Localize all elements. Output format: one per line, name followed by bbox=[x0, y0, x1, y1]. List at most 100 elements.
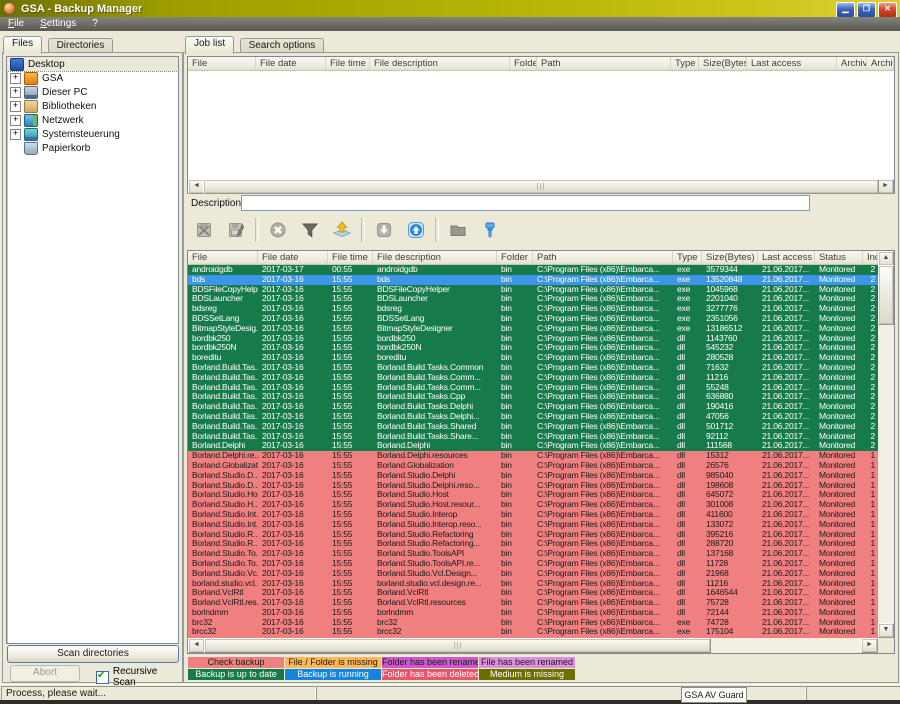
column-header-folder[interactable]: Folder bbox=[497, 251, 533, 265]
column-header-status[interactable]: Status bbox=[815, 251, 863, 265]
pin-button[interactable] bbox=[474, 215, 506, 245]
title-bar[interactable]: GSA - Backup Manager ▁ ❐ ✕ bbox=[0, 0, 900, 17]
table-row[interactable]: borland.studio.vcl...2017-03-1615:55borl… bbox=[188, 579, 878, 589]
column-header-inc[interactable]: Inc bbox=[863, 251, 878, 265]
scrollbar-thumb[interactable] bbox=[878, 265, 894, 325]
column-header-file-description[interactable]: File description bbox=[373, 251, 497, 265]
tree-item-systemsteuerung[interactable]: + Systemsteuerung bbox=[7, 127, 178, 141]
table-row[interactable]: Borland.Build.Tas...2017-03-1615:55Borla… bbox=[188, 363, 878, 373]
table-row[interactable]: androidgdb2017-03-1700:55androidgdbbinC:… bbox=[188, 265, 878, 275]
column-header-type[interactable]: Type bbox=[671, 57, 699, 71]
restore-backup-button[interactable] bbox=[326, 215, 358, 245]
table-row[interactable]: BDSFileCopyHelper2017-03-1615:55BDSFileC… bbox=[188, 285, 878, 295]
table-row[interactable]: Borland.Studio.To...2017-03-1615:55Borla… bbox=[188, 549, 878, 559]
table-row[interactable]: Borland.Globalizat...2017-03-1615:55Borl… bbox=[188, 461, 878, 471]
scroll-right-icon[interactable]: ► bbox=[861, 638, 878, 653]
table-row[interactable]: Borland.Delphi2017-03-1615:55Borland.Del… bbox=[188, 441, 878, 451]
table-row[interactable]: Borland.Build.Tas...2017-03-1615:55Borla… bbox=[188, 422, 878, 432]
expand-icon[interactable]: + bbox=[10, 115, 21, 126]
column-header-type[interactable]: Type bbox=[673, 251, 702, 265]
table-row[interactable]: Borland.VclRtl2017-03-1615:55Borland.Vcl… bbox=[188, 588, 878, 598]
abort-button[interactable]: Abort bbox=[10, 665, 80, 682]
expand-icon[interactable]: + bbox=[10, 129, 21, 140]
edit-backup-button[interactable] bbox=[220, 215, 252, 245]
tree-item-netzwerk[interactable]: + Netzwerk bbox=[7, 113, 178, 127]
table-row[interactable]: Borland.Build.Tas...2017-03-1615:55Borla… bbox=[188, 392, 878, 402]
checkbox-box[interactable] bbox=[96, 671, 109, 684]
table-row[interactable]: BDSLauncher2017-03-1615:55BDSLauncherbin… bbox=[188, 294, 878, 304]
download-button[interactable] bbox=[368, 215, 400, 245]
cancel-button[interactable] bbox=[262, 215, 294, 245]
column-header-size-bytes-[interactable]: Size(Bytes) bbox=[702, 251, 758, 265]
table-row[interactable]: Borland.Build.Tas...2017-03-1615:55Borla… bbox=[188, 412, 878, 422]
scrollbar-thumb[interactable] bbox=[203, 179, 879, 194]
table-row[interactable]: bordbk2502017-03-1615:55bordbk250binC:\P… bbox=[188, 334, 878, 344]
av-guard-tray-label[interactable]: GSA AV Guard bbox=[681, 687, 747, 703]
table-row[interactable]: BDSSetLang2017-03-1615:55BDSSetLangbinC:… bbox=[188, 314, 878, 324]
horizontal-scrollbar[interactable]: ◄ ► bbox=[188, 179, 894, 193]
column-header-file-date[interactable]: File date bbox=[258, 251, 328, 265]
column-header-path[interactable]: Path bbox=[533, 251, 673, 265]
tree-item-desktop[interactable]: Desktop bbox=[7, 57, 178, 71]
directory-tree[interactable]: Desktop + GSA + Dieser PC + Bibliotheken… bbox=[6, 56, 179, 644]
table-row[interactable]: Borland.Studio.D...2017-03-1615:55Borlan… bbox=[188, 481, 878, 491]
table-row[interactable]: brcc322017-03-1615:55brcc32binC:\Program… bbox=[188, 627, 878, 637]
tab-job-list[interactable]: Job list bbox=[185, 36, 234, 54]
scroll-down-icon[interactable]: ▼ bbox=[878, 623, 894, 638]
file-table-body[interactable]: androidgdb2017-03-1700:55androidgdbbinC:… bbox=[188, 265, 878, 638]
column-header-folder[interactable]: Folder bbox=[510, 57, 537, 71]
table-row[interactable]: Borland.Studio.Host2017-03-1615:55Borlan… bbox=[188, 490, 878, 500]
scroll-right-icon[interactable]: ► bbox=[877, 179, 894, 194]
job-table-body[interactable] bbox=[188, 71, 894, 179]
vertical-scrollbar[interactable]: ▲ ▼ bbox=[878, 251, 894, 638]
column-header-archive[interactable]: Archive bbox=[837, 57, 867, 71]
tree-item-dieser-pc[interactable]: + Dieser PC bbox=[7, 85, 178, 99]
table-row[interactable]: Borland.Studio.To...2017-03-1615:55Borla… bbox=[188, 559, 878, 569]
column-header-file-date[interactable]: File date bbox=[256, 57, 326, 71]
table-row[interactable]: Borland.Studio.R...2017-03-1615:55Borlan… bbox=[188, 539, 878, 549]
table-row[interactable]: Borland.Build.Tas...2017-03-1615:55Borla… bbox=[188, 432, 878, 442]
table-row[interactable]: Borland.Studio.D...2017-03-1615:55Borlan… bbox=[188, 471, 878, 481]
column-header-size-bytes-[interactable]: Size(Bytes) bbox=[699, 57, 747, 71]
filter-button[interactable] bbox=[294, 215, 326, 245]
column-header-file[interactable]: File bbox=[188, 251, 258, 265]
scrollbar-thumb[interactable] bbox=[204, 638, 711, 653]
table-row[interactable]: bordbk250N2017-03-1615:55bordbk250NbinC:… bbox=[188, 343, 878, 353]
column-header-file[interactable]: File bbox=[188, 57, 256, 71]
description-input[interactable] bbox=[241, 195, 810, 211]
scan-directories-button[interactable]: Scan directories bbox=[7, 645, 179, 663]
scroll-left-icon[interactable]: ◄ bbox=[188, 638, 205, 653]
table-row[interactable]: Borland.Studio.H...2017-03-1615:55Borlan… bbox=[188, 500, 878, 510]
column-header-last-access[interactable]: Last access bbox=[747, 57, 837, 71]
table-row[interactable]: Borland.Delphi.re...2017-03-1615:55Borla… bbox=[188, 451, 878, 461]
tab-files[interactable]: Files bbox=[3, 36, 42, 54]
column-header-path[interactable]: Path bbox=[537, 57, 671, 71]
table-row[interactable]: brc322017-03-1615:55brc32binC:\Program F… bbox=[188, 618, 878, 628]
scroll-up-icon[interactable]: ▲ bbox=[878, 251, 894, 266]
restore-button[interactable]: ❐ bbox=[857, 2, 876, 18]
menu-item[interactable]: ? bbox=[84, 17, 106, 31]
column-header-file-time[interactable]: File time bbox=[326, 57, 370, 71]
close-button[interactable]: ✕ bbox=[878, 2, 897, 18]
table-row[interactable]: BitmapStyleDesig...2017-03-1615:55Bitmap… bbox=[188, 324, 878, 334]
upload-button[interactable] bbox=[400, 215, 432, 245]
tree-item-gsa[interactable]: + GSA bbox=[7, 71, 178, 85]
recursive-scan-checkbox[interactable]: Recursive Scan bbox=[96, 666, 182, 688]
folder-button[interactable] bbox=[442, 215, 474, 245]
menu-item[interactable]: Settings bbox=[32, 17, 84, 31]
table-row[interactable]: borlndmm2017-03-1615:55borlndmmbinC:\Pro… bbox=[188, 608, 878, 618]
minimize-button[interactable]: ▁ bbox=[836, 2, 855, 18]
column-header-last-access[interactable]: Last access bbox=[758, 251, 815, 265]
table-row[interactable]: bds2017-03-1615:55bdsbinC:\Program Files… bbox=[188, 275, 878, 285]
expand-icon[interactable]: + bbox=[10, 87, 21, 98]
table-row[interactable]: Borland.Studio.Vc...2017-03-1615:55Borla… bbox=[188, 569, 878, 579]
table-row[interactable]: Borland.Studio.Int...2017-03-1615:55Borl… bbox=[188, 510, 878, 520]
table-row[interactable]: Borland.VclRtl.res...2017-03-1615:55Borl… bbox=[188, 598, 878, 608]
table-row[interactable]: boreditu2017-03-1615:55boreditubinC:\Pro… bbox=[188, 353, 878, 363]
tree-item-papierkorb[interactable]: Papierkorb bbox=[7, 141, 178, 155]
table-row[interactable]: bdsreg2017-03-1615:55bdsregbinC:\Program… bbox=[188, 304, 878, 314]
table-row[interactable]: Borland.Build.Tas...2017-03-1615:55Borla… bbox=[188, 383, 878, 393]
expand-icon[interactable]: + bbox=[10, 101, 21, 112]
menu-item[interactable]: File bbox=[0, 17, 32, 31]
table-row[interactable]: Borland.Build.Tas...2017-03-1615:55Borla… bbox=[188, 373, 878, 383]
